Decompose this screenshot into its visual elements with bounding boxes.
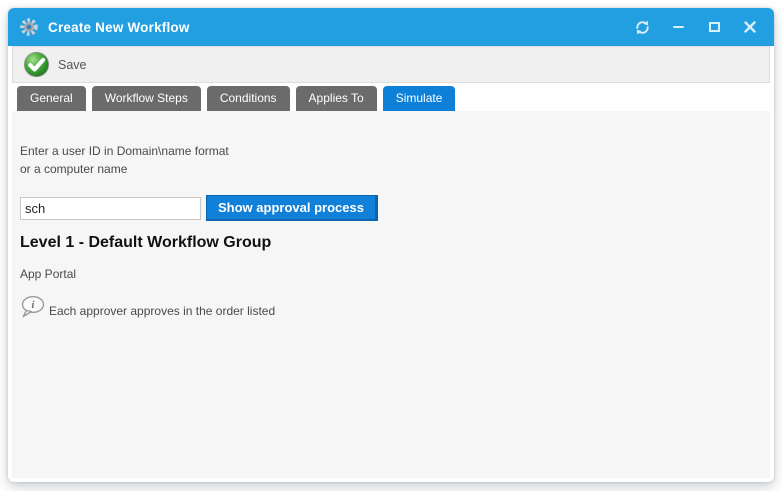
- tab-applies-to[interactable]: Applies To: [296, 86, 377, 111]
- svg-text:i: i: [32, 300, 35, 311]
- instructions: Enter a user ID in Domain\name format or…: [20, 142, 760, 178]
- gear-icon: [19, 17, 39, 37]
- simulate-input-row: Show approval process: [20, 195, 760, 221]
- create-new-workflow-window: Create New Workflow: [8, 8, 774, 482]
- save-button-label: Save: [58, 58, 87, 72]
- tab-simulate[interactable]: Simulate: [383, 86, 456, 111]
- speech-bubble-info-icon: i: [20, 295, 47, 319]
- user-id-input[interactable]: [20, 197, 201, 220]
- toolbar: Save: [12, 46, 770, 83]
- save-button[interactable]: Save: [22, 50, 87, 79]
- note-row: i Each approver approves in the order li…: [20, 295, 760, 319]
- note-text: Each approver approves in the order list…: [49, 304, 275, 318]
- maximize-icon[interactable]: [706, 19, 722, 35]
- instruction-line-2: or a computer name: [20, 160, 760, 178]
- simulate-tab-content: Enter a user ID in Domain\name format or…: [12, 111, 770, 478]
- tab-conditions[interactable]: Conditions: [207, 86, 290, 111]
- window-body: Save General Workflow Steps Conditions A…: [12, 46, 770, 478]
- window-title: Create New Workflow: [48, 20, 190, 35]
- green-check-circle-icon: [22, 50, 51, 79]
- titlebar: Create New Workflow: [8, 8, 774, 46]
- level-heading: Level 1 - Default Workflow Group: [20, 234, 760, 252]
- window-controls: [634, 19, 758, 35]
- group-member-label: App Portal: [20, 267, 760, 281]
- close-icon[interactable]: [742, 19, 758, 35]
- minimize-icon[interactable]: [670, 19, 686, 35]
- tab-bar: General Workflow Steps Conditions Applie…: [17, 86, 770, 111]
- refresh-icon[interactable]: [634, 19, 650, 35]
- instruction-line-1: Enter a user ID in Domain\name format: [20, 142, 760, 160]
- show-approval-process-button[interactable]: Show approval process: [206, 195, 378, 221]
- tab-workflow-steps[interactable]: Workflow Steps: [92, 86, 201, 111]
- tab-general[interactable]: General: [17, 86, 86, 111]
